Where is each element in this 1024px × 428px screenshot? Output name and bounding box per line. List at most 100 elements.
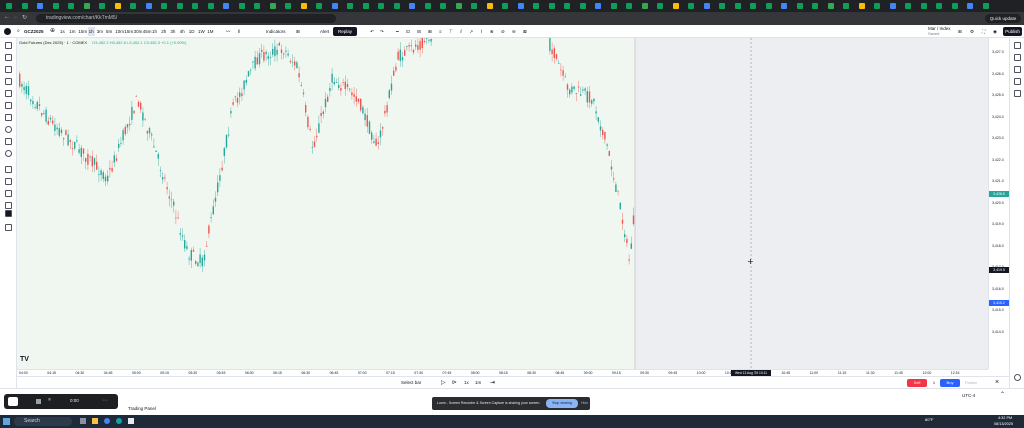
browser-tab[interactable]: [734, 3, 741, 9]
browser-tab[interactable]: [37, 3, 43, 9]
interval-button[interactable]: 1D: [189, 27, 195, 36]
browser-tab[interactable]: [83, 3, 90, 9]
browser-tab[interactable]: [21, 3, 28, 9]
browser-tab[interactable]: [223, 3, 229, 9]
browser-tab[interactable]: [796, 3, 803, 9]
browser-tab[interactable]: [641, 3, 648, 9]
browser-tab[interactable]: [378, 3, 384, 9]
browser-tab[interactable]: [269, 3, 276, 9]
interval-button[interactable]: 1W: [198, 27, 205, 36]
browser-tab[interactable]: [455, 3, 462, 9]
text-tool-icon[interactable]: [5, 114, 12, 121]
interval-button[interactable]: 2h: [161, 27, 166, 36]
chart-type-icon[interactable]: 〰: [226, 27, 231, 36]
interval-button[interactable]: 1h: [152, 27, 157, 36]
help-icon[interactable]: [1014, 374, 1021, 381]
browser-tab[interactable]: [688, 3, 694, 9]
browser-tab[interactable]: [967, 3, 973, 9]
watchlist-icon[interactable]: [1014, 42, 1021, 49]
browser-tab[interactable]: [6, 3, 12, 9]
layout-grid-icon[interactable]: ⊞: [958, 27, 962, 36]
browser-tab[interactable]: [254, 3, 260, 9]
settings-icon[interactable]: ⚙: [970, 27, 974, 36]
browser-tab[interactable]: [781, 3, 787, 9]
chrome-icon[interactable]: [104, 418, 110, 424]
browser-tab[interactable]: [207, 3, 214, 9]
browser-tab[interactable]: [657, 3, 663, 9]
trading-panel-tab[interactable]: Trading Panel: [128, 406, 156, 411]
browser-tab[interactable]: [533, 3, 539, 9]
stop-recording-icon[interactable]: [36, 399, 41, 404]
browser-tab[interactable]: [719, 3, 725, 9]
pattern-tool-icon[interactable]: [5, 78, 12, 85]
price-scale[interactable]: 3,427.0 3,426.0 3,425.0 3,424.0 3,423.0 3,422…: [988, 38, 1009, 369]
fullscreen-icon[interactable]: ⛶: [982, 27, 985, 36]
camera-bubble-icon[interactable]: [8, 397, 18, 406]
browser-tab[interactable]: [703, 3, 710, 9]
browser-tab[interactable]: [68, 3, 74, 9]
browser-tab[interactable]: [130, 3, 136, 9]
chat-icon[interactable]: [1014, 66, 1021, 73]
browser-tab[interactable]: [99, 3, 105, 9]
browser-tab[interactable]: [362, 3, 369, 9]
buy-button[interactable]: Buy: [940, 379, 960, 387]
reload-icon[interactable]: ↻: [22, 14, 27, 21]
browser-tab[interactable]: [936, 3, 942, 9]
interval-button[interactable]: 10m: [115, 27, 124, 36]
browser-tab[interactable]: [471, 3, 477, 9]
browser-tab[interactable]: [874, 3, 880, 9]
browser-tab[interactable]: [300, 3, 307, 9]
bar-style-icon[interactable]: ⫴: [238, 27, 240, 36]
browser-tab[interactable]: [486, 3, 493, 9]
interval-button[interactable]: 1m: [69, 27, 75, 36]
indicators-button[interactable]: Indicators: [266, 27, 286, 36]
forward-icon[interactable]: →: [12, 14, 18, 20]
browser-tab[interactable]: [161, 3, 167, 9]
pause-icon[interactable]: ⏸: [48, 397, 51, 404]
replay-button[interactable]: Replay: [333, 27, 357, 36]
browser-tab[interactable]: [548, 3, 555, 9]
browser-tab[interactable]: [858, 3, 865, 9]
browser-tab[interactable]: [564, 3, 570, 9]
browser-tab[interactable]: [905, 3, 911, 9]
browser-tab[interactable]: [765, 3, 772, 9]
browser-tab[interactable]: [192, 3, 198, 9]
price-chart[interactable]: +: [17, 38, 988, 369]
redo-icon[interactable]: ↷: [380, 27, 384, 36]
interval-button[interactable]: 3h: [170, 27, 175, 36]
quick-update-button[interactable]: Quick update: [985, 14, 1021, 23]
explorer-icon[interactable]: [92, 418, 98, 424]
chevron-up-icon[interactable]: ⌃: [1000, 391, 1005, 398]
hide-drawings-icon[interactable]: [5, 202, 12, 209]
crosshair-tool-icon[interactable]: [5, 42, 12, 49]
browser-tab[interactable]: [579, 3, 586, 9]
stay-drawing-icon[interactable]: [5, 190, 12, 197]
browser-tab[interactable]: [52, 3, 59, 9]
publish-button[interactable]: Publish: [1003, 27, 1022, 36]
edge-icon[interactable]: [116, 418, 122, 424]
magnet-tool-icon[interactable]: [5, 166, 12, 173]
tv-logo-icon[interactable]: [4, 28, 11, 35]
timezone-button[interactable]: UTC-4: [962, 393, 975, 398]
browser-tab[interactable]: [750, 3, 756, 9]
browser-tab[interactable]: [176, 3, 183, 9]
forecast-tool-icon[interactable]: [5, 90, 12, 97]
interval-button[interactable]: 1h: [87, 27, 95, 36]
browser-tab[interactable]: [672, 3, 679, 9]
browser-tab[interactable]: [440, 3, 446, 9]
ideas-icon[interactable]: [1014, 78, 1021, 85]
ruler-tool-icon[interactable]: [5, 138, 12, 145]
browser-tab[interactable]: [827, 3, 834, 9]
templates-icon[interactable]: ⊞: [296, 27, 300, 36]
quantity-field[interactable]: 1: [930, 379, 938, 387]
browser-tab[interactable]: [889, 3, 896, 9]
trash-icon[interactable]: [5, 224, 12, 231]
clock-date[interactable]: 08/13/2025: [994, 422, 1013, 426]
chart-pane[interactable]: + Gold Futures (Dec 2025) · 1 · COMEX O3…: [17, 38, 988, 369]
fib-tool-icon[interactable]: [5, 66, 12, 73]
alert-button[interactable]: Alert: [320, 27, 329, 36]
alerts-icon[interactable]: [1014, 54, 1021, 61]
browser-tab[interactable]: [610, 3, 617, 9]
interval-button[interactable]: 3m: [97, 27, 103, 36]
zoom-tool-icon[interactable]: [5, 150, 12, 157]
